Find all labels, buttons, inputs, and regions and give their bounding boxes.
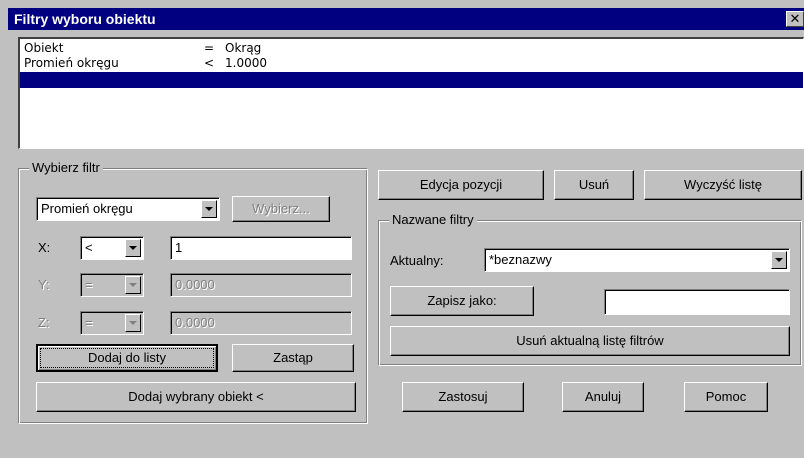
edit-item-label: Edycja pozycji <box>419 177 503 192</box>
save-as-name-input[interactable] <box>604 289 790 315</box>
y-operator-value: = <box>85 277 93 292</box>
chevron-down-icon[interactable] <box>771 251 787 269</box>
select-button-label: Wybierz... <box>252 201 310 216</box>
delete-current-filter-list-label: Usuń aktualną listę filtrów <box>516 333 664 348</box>
filter-row-operator: < <box>204 56 215 70</box>
filter-row-value: Okrąg <box>225 41 262 55</box>
z-operator-dropdown[interactable]: = <box>80 311 144 335</box>
filter-row-operator: = <box>204 41 215 55</box>
add-selected-object-button[interactable]: Dodaj wybrany obiekt < <box>36 382 356 412</box>
close-button[interactable]: ✕ <box>786 11 804 27</box>
y-value: 0.0000 <box>175 277 215 292</box>
replace-label: Zastąp <box>273 350 313 365</box>
apply-button[interactable]: Zastosuj <box>402 382 524 412</box>
filter-list[interactable]: Obiekt = Okrąg Promień okręgu < 1.0000 <box>18 37 804 149</box>
replace-button[interactable]: Zastąp <box>232 344 354 372</box>
current-filter-dropdown[interactable]: *beznazwy <box>484 248 790 272</box>
x-value: 1 <box>175 240 183 255</box>
z-operator-value: = <box>85 315 93 330</box>
help-button[interactable]: Pomoc <box>684 382 768 412</box>
named-filters-legend: Nazwane filtry <box>389 212 477 227</box>
y-value-input[interactable]: 0.0000 <box>170 273 352 297</box>
cancel-button[interactable]: Anuluj <box>562 382 644 412</box>
chevron-down-icon[interactable] <box>201 200 217 218</box>
chevron-down-icon[interactable] <box>125 314 141 332</box>
x-operator-value: < <box>85 240 93 255</box>
help-label: Pomoc <box>705 389 747 404</box>
add-to-list-label: Dodaj do listy <box>40 348 214 368</box>
x-value-input[interactable]: 1 <box>170 236 352 260</box>
x-label: X: <box>38 240 51 255</box>
chevron-down-icon[interactable] <box>125 276 141 294</box>
cancel-label: Anuluj <box>584 389 622 404</box>
close-icon: ✕ <box>789 11 801 26</box>
x-operator-dropdown[interactable]: < <box>80 236 144 260</box>
title-bar: Filtry wyboru obiektu ✕ <box>8 8 804 30</box>
delete-current-filter-list-button[interactable]: Usuń aktualną listę filtrów <box>390 326 790 356</box>
current-filter-label: Aktualny: <box>390 253 444 268</box>
window-title: Filtry wyboru obiektu <box>14 11 156 27</box>
y-operator-dropdown[interactable]: = <box>80 273 144 297</box>
clear-list-button[interactable]: Wyczyść listę <box>644 170 802 200</box>
clear-list-label: Wyczyść listę <box>684 177 762 192</box>
select-button[interactable]: Wybierz... <box>232 196 330 222</box>
save-as-button[interactable]: Zapisz jako: <box>390 286 534 316</box>
add-selected-object-label: Dodaj wybrany obiekt < <box>128 389 264 404</box>
z-label: Z: <box>38 315 50 330</box>
select-filter-legend: Wybierz filtr <box>29 160 103 175</box>
chevron-down-icon[interactable] <box>125 239 141 257</box>
filter-type-value: Promień okręgu <box>41 201 133 216</box>
delete-label: Usuń <box>578 177 610 192</box>
filter-row-name: Obiekt <box>24 41 64 55</box>
z-value: 0.0000 <box>175 315 215 330</box>
filter-type-dropdown[interactable]: Promień okręgu <box>36 197 220 221</box>
add-to-list-button[interactable]: Dodaj do listy <box>36 344 218 372</box>
edit-item-button[interactable]: Edycja pozycji <box>378 170 544 200</box>
filter-row-value: 1.0000 <box>225 56 267 70</box>
z-value-input[interactable]: 0.0000 <box>170 311 352 335</box>
delete-button[interactable]: Usuń <box>554 170 634 200</box>
filter-list-row-selected[interactable] <box>20 72 803 88</box>
y-label: Y: <box>38 277 50 292</box>
filter-list-row[interactable]: Obiekt = Okrąg <box>20 41 803 56</box>
current-filter-value: *beznazwy <box>489 252 552 267</box>
filter-row-name: Promień okręgu <box>24 56 119 70</box>
save-as-label: Zapisz jako: <box>427 293 497 308</box>
filter-list-row[interactable]: Promień okręgu < 1.0000 <box>20 56 803 71</box>
apply-label: Zastosuj <box>438 389 488 404</box>
